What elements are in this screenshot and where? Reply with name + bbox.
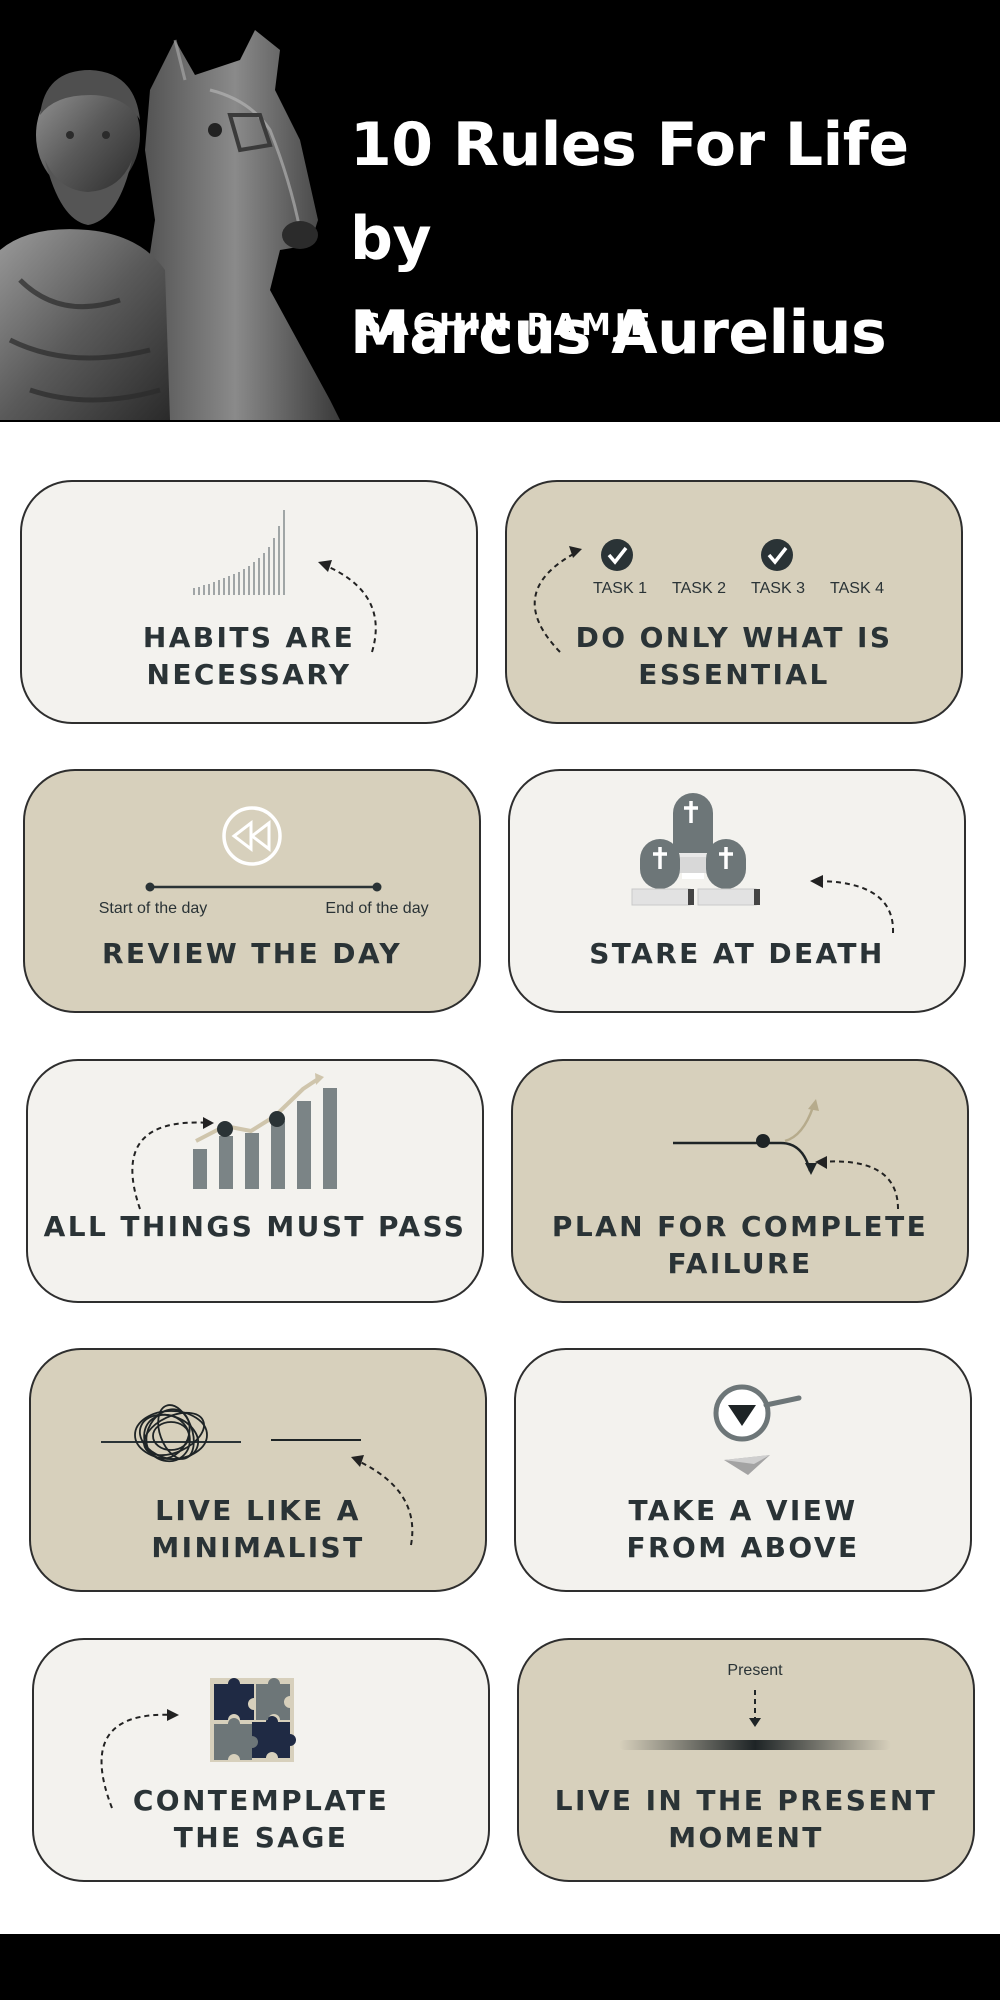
rule-label-line-2: MINIMALIST xyxy=(151,1531,365,1564)
rule-label-line-1: DO ONLY WHAT IS xyxy=(575,621,893,654)
rule-label-line-1: CONTEMPLATE xyxy=(132,1784,390,1817)
footer-band xyxy=(0,1934,1000,2000)
rule-label-line-1: HABITS ARE xyxy=(142,621,356,654)
task-label: TASK 4 xyxy=(830,580,884,597)
rule-label-line-1: LIVE LIKE A xyxy=(155,1494,361,1527)
rule-label-line-2: NECESSARY xyxy=(146,658,352,691)
rule-label-line-2: THE SAGE xyxy=(173,1821,349,1854)
rule-card-essential: TASK 1 TASK 2 TASK 3 TASK 4 DO ONLY WHAT… xyxy=(505,480,963,724)
rule-label-line-1: REVIEW THE DAY xyxy=(101,937,403,970)
rule-card-review: Start of the day End of the day REVIEW T… xyxy=(23,769,481,1013)
marcus-aurelius-statue-image xyxy=(0,30,340,420)
rule-label-line-1: STARE AT DEATH xyxy=(589,937,885,970)
rule-card-present-moment: Present LIVE IN THE PRESENT MOMENT xyxy=(517,1638,975,1882)
task-label: TASK 1 xyxy=(593,580,647,597)
task-label: TASK 2 xyxy=(672,580,726,597)
rule-card-contemplate-sage: CONTEMPLATE THE SAGE xyxy=(32,1638,490,1882)
review-timeline: Start of the day End of the day xyxy=(99,806,429,917)
rule-label-line-1: ALL THINGS MUST PASS xyxy=(43,1210,467,1243)
rule-card-minimalist: LIVE LIKE A MINIMALIST xyxy=(29,1348,487,1592)
gravestones-icon xyxy=(631,793,895,934)
present-label: Present xyxy=(727,1662,783,1679)
header-banner: 10 Rules For Life by Marcus Aurelius SAC… xyxy=(0,0,1000,422)
author-name: SACHIN RAMJE xyxy=(360,308,655,343)
rule-label-line-2: FROM ABOVE xyxy=(626,1531,860,1564)
rule-label-line-2: ESSENTIAL xyxy=(638,658,830,691)
rule-card-view-from-above: TAKE A VIEW FROM ABOVE xyxy=(514,1348,972,1592)
rewind-icon xyxy=(222,806,282,866)
check-icon xyxy=(761,539,793,571)
start-of-day-label: Start of the day xyxy=(99,900,208,917)
end-of-day-label: End of the day xyxy=(325,900,428,917)
rule-label-line-1: TAKE A VIEW xyxy=(628,1494,858,1527)
rule-label-line-1: PLAN FOR COMPLETE xyxy=(551,1210,929,1243)
rule-label-line-2: MOMENT xyxy=(668,1821,824,1854)
task-label: TASK 3 xyxy=(751,580,805,597)
check-icon xyxy=(601,539,633,571)
rule-label-line-2: FAILURE xyxy=(667,1247,813,1280)
rule-card-plan-failure: PLAN FOR COMPLETE FAILURE xyxy=(511,1059,969,1303)
rule-card-death: STARE AT DEATH xyxy=(508,769,966,1013)
rising-chart-icon xyxy=(131,1073,337,1210)
title-line-1: 10 Rules For Life by xyxy=(350,110,909,274)
rule-card-all-things-pass: ALL THINGS MUST PASS xyxy=(26,1059,484,1303)
rule-card-habits: HABITS ARE NECESSARY xyxy=(20,480,478,724)
rule-label-line-1: LIVE IN THE PRESENT xyxy=(554,1784,938,1817)
